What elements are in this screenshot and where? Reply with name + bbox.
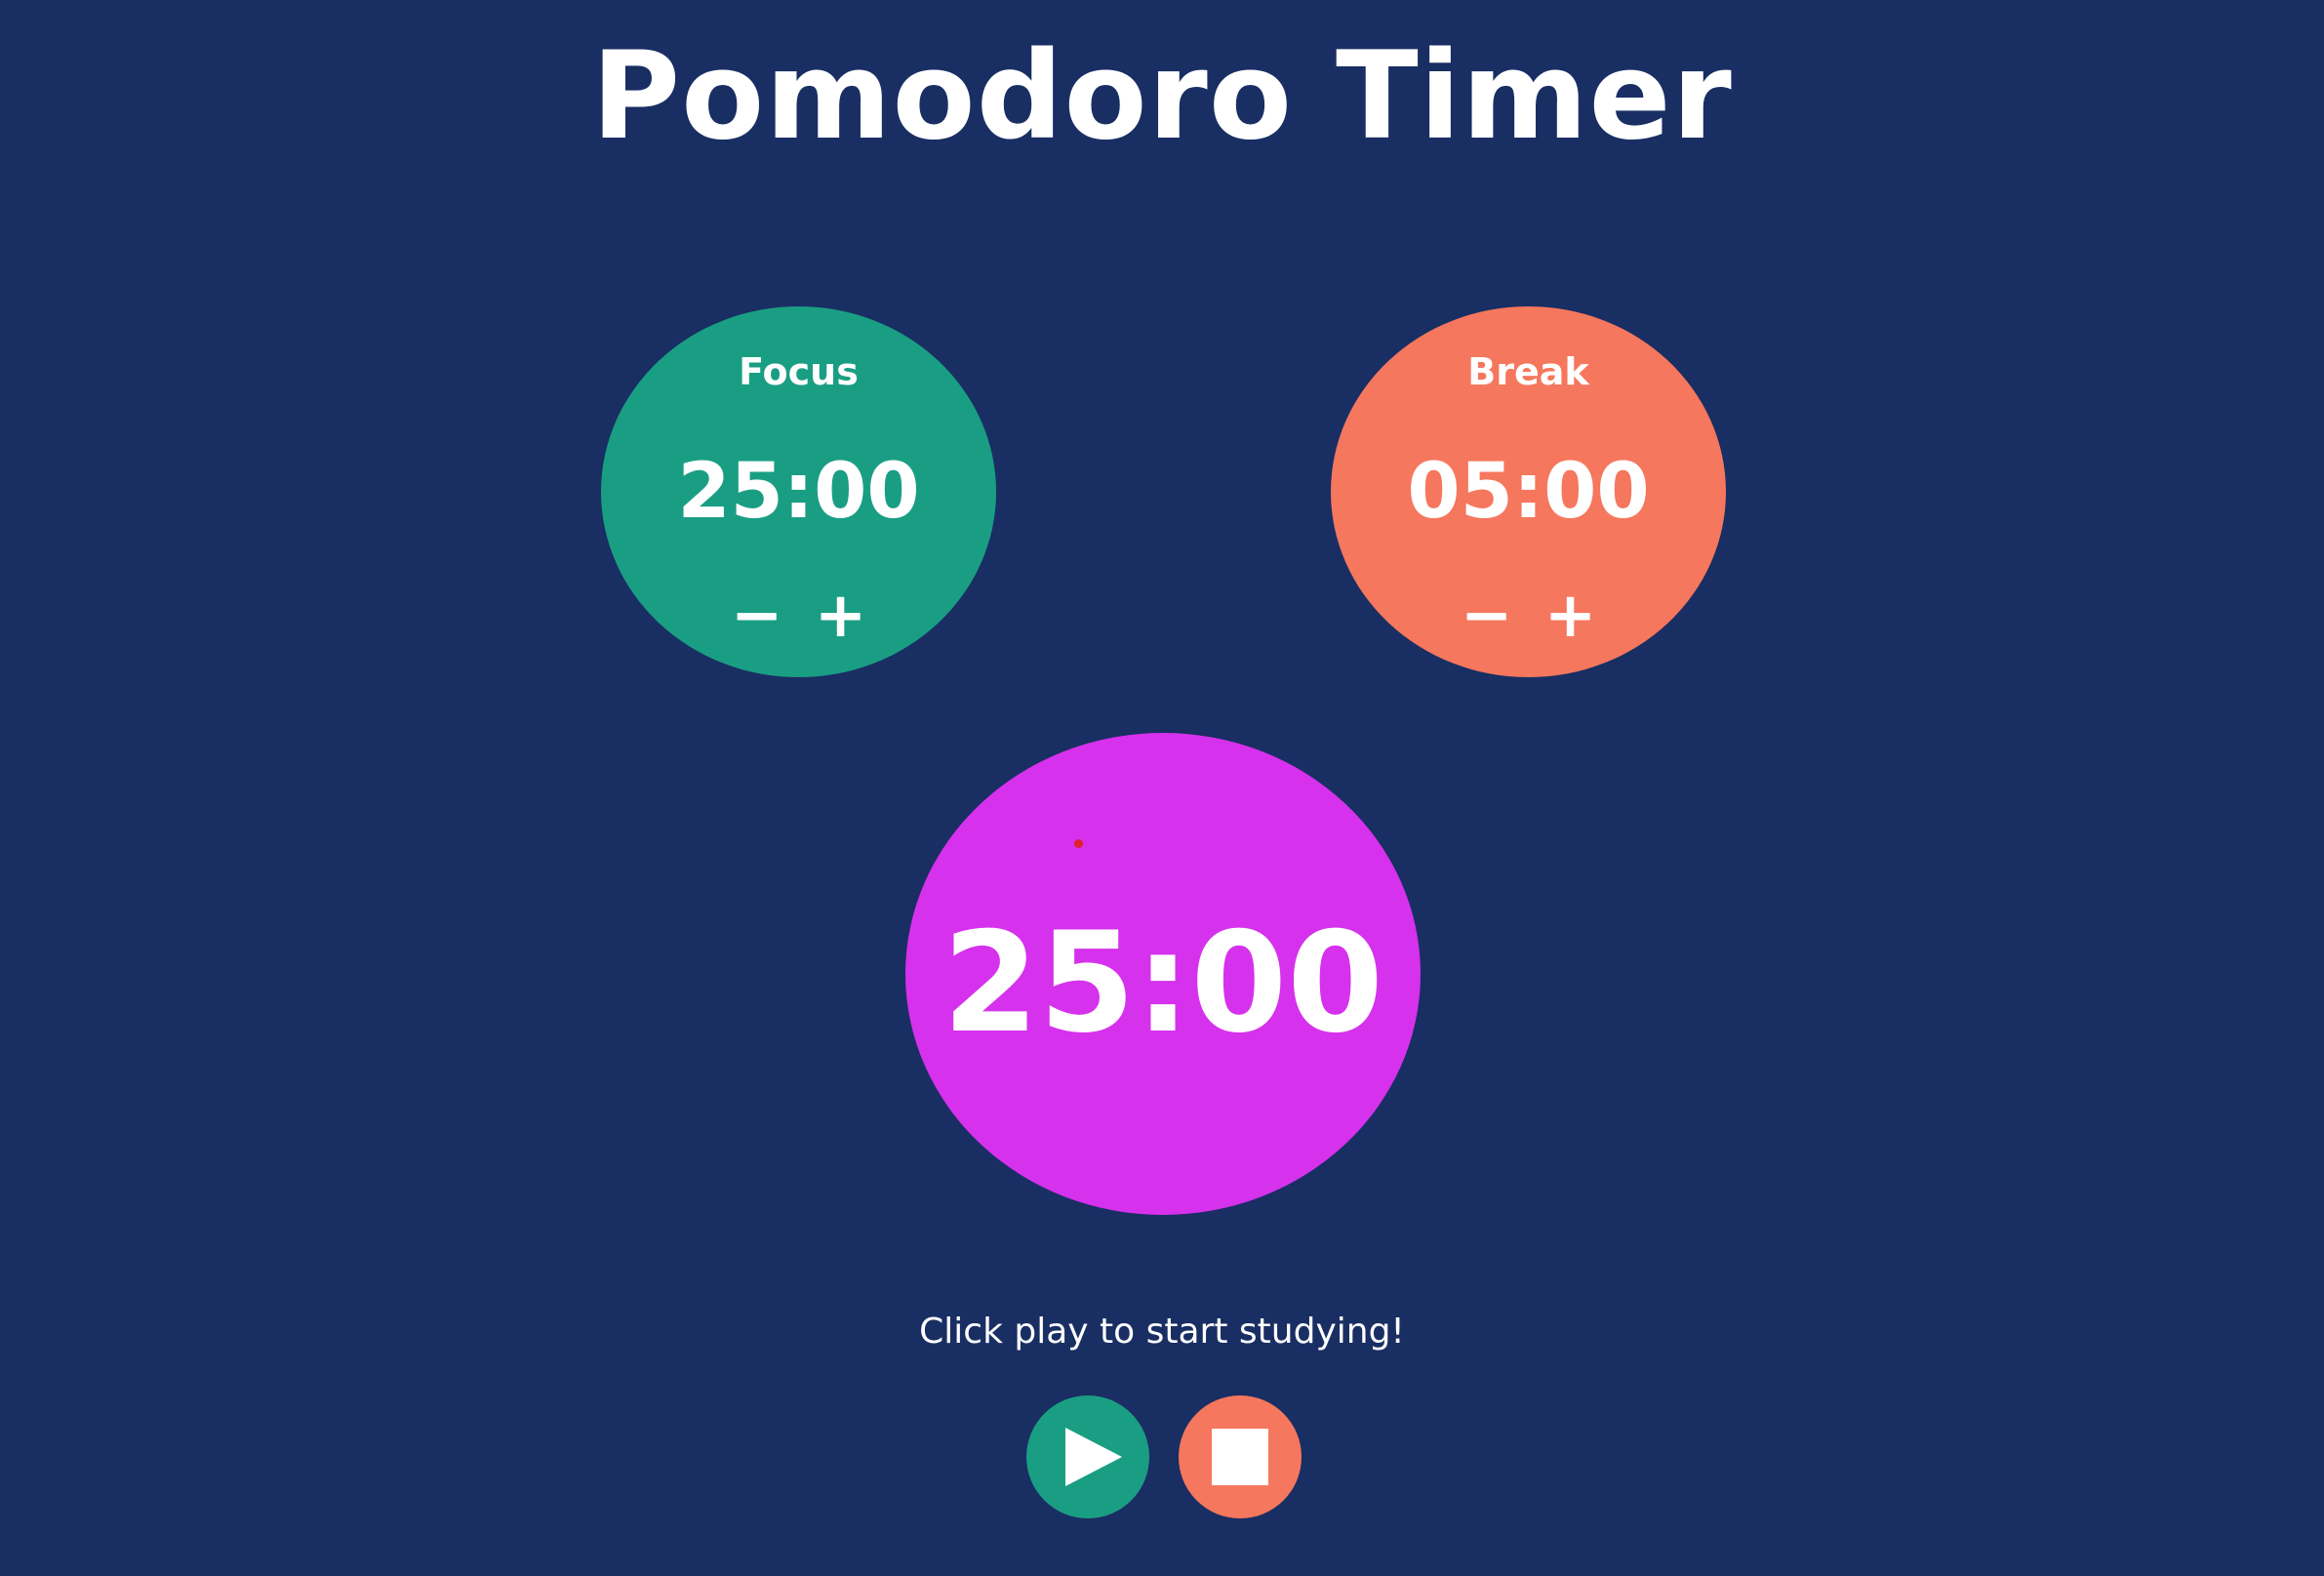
- play-icon: [1065, 1428, 1122, 1486]
- break-decrement-button[interactable]: −: [1453, 582, 1521, 650]
- focus-setting-circle: Focus 25:00 − +: [601, 306, 996, 677]
- status-message: Click play to start studying!: [919, 1312, 1405, 1352]
- focus-decrement-button[interactable]: −: [723, 582, 791, 650]
- break-setting-circle: Break 05:00 − +: [1331, 306, 1726, 677]
- play-button[interactable]: [1026, 1395, 1149, 1518]
- stop-button[interactable]: [1179, 1395, 1302, 1518]
- main-timer-display: 25:00: [942, 903, 1383, 1064]
- focus-duration: 25:00: [677, 448, 920, 536]
- progress-dot: [1074, 839, 1083, 848]
- break-duration: 05:00: [1407, 448, 1650, 536]
- page-title: Pomodoro Timer: [591, 26, 1733, 167]
- main-timer-circle: 25:00: [905, 733, 1421, 1215]
- break-increment-button[interactable]: +: [1537, 582, 1605, 650]
- break-label: Break: [1467, 350, 1589, 393]
- stop-icon: [1212, 1429, 1268, 1485]
- focus-increment-button[interactable]: +: [807, 582, 875, 650]
- break-adjusters: − +: [1331, 582, 1726, 650]
- focus-label: Focus: [739, 350, 859, 393]
- focus-adjusters: − +: [601, 582, 996, 650]
- pomodoro-page: Pomodoro Timer Focus 25:00 − + Break 05:…: [0, 0, 2324, 1576]
- timer-controls: [1026, 1395, 1302, 1518]
